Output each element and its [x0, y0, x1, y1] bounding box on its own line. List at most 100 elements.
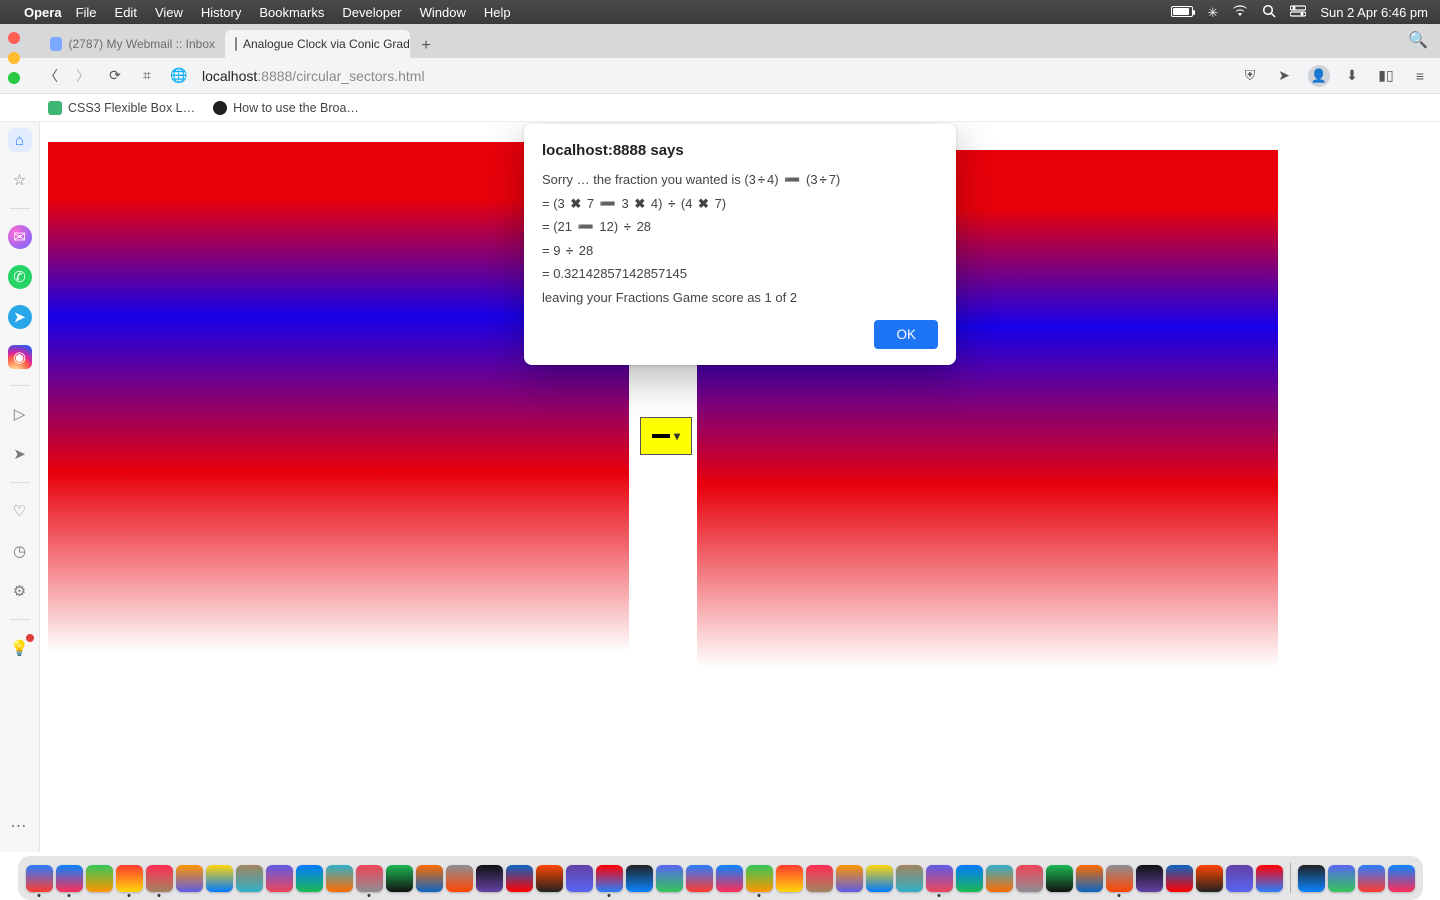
menu-bookmarks[interactable]: Bookmarks [259, 5, 324, 20]
dock-app-icon[interactable] [656, 865, 683, 892]
menu-file[interactable]: File [76, 5, 97, 20]
menu-edit[interactable]: Edit [115, 5, 137, 20]
dock-app-icon[interactable] [326, 865, 353, 892]
menu-history[interactable]: History [201, 5, 241, 20]
sidebar-more-icon[interactable]: ⋯ [11, 816, 29, 836]
new-tab-button[interactable]: + [414, 34, 438, 58]
battery-saver-icon[interactable]: ▮▯ [1376, 67, 1396, 84]
sidebar-heart-icon[interactable]: ♡ [8, 499, 32, 523]
reload-button[interactable]: ⟳ [106, 67, 124, 84]
sidebar-bulb-icon[interactable]: 💡 [8, 636, 32, 660]
dock-app-icon[interactable] [1328, 865, 1355, 892]
menu-window[interactable]: Window [420, 5, 466, 20]
dock-app-icon[interactable] [386, 865, 413, 892]
dock-app-icon[interactable] [566, 865, 593, 892]
dock-app-icon[interactable] [1166, 865, 1193, 892]
dock-app-icon[interactable] [146, 865, 173, 892]
menubar-clock[interactable]: Sun 2 Apr 6:46 pm [1320, 5, 1428, 20]
sidebar-player-icon[interactable]: ▷ [8, 402, 32, 426]
dock-app-icon[interactable] [956, 865, 983, 892]
dock-app-icon[interactable] [926, 865, 953, 892]
dock-app-icon[interactable] [1136, 865, 1163, 892]
dock-app-icon[interactable] [1106, 865, 1133, 892]
sidebar-telegram-icon[interactable]: ➤ [8, 305, 32, 329]
dock-app-icon[interactable] [1016, 865, 1043, 892]
window-close-button[interactable] [8, 32, 20, 44]
sidebar-separator [10, 619, 30, 620]
dock-app-icon[interactable] [986, 865, 1013, 892]
send-icon[interactable]: ➤ [1274, 67, 1294, 84]
alert-line-1: Sorry … the fraction you wanted is (3÷4)… [542, 171, 938, 189]
sidebar-instagram-icon[interactable]: ◉ [8, 345, 32, 369]
dock-app-icon[interactable] [806, 865, 833, 892]
dock-app-icon[interactable] [626, 865, 653, 892]
bookmark-broadcast[interactable]: How to use the Broa… [213, 101, 359, 115]
tabstrip: (2787) My Webmail :: Inbox Analogue Cloc… [0, 24, 1440, 58]
menu-developer[interactable]: Developer [342, 5, 401, 20]
menubar-app-name[interactable]: Opera [24, 5, 62, 20]
dock-app-icon[interactable] [446, 865, 473, 892]
dock-app-icon[interactable] [1076, 865, 1103, 892]
dock-app-icon[interactable] [1226, 865, 1253, 892]
dock-app-icon[interactable] [716, 865, 743, 892]
menu-help[interactable]: Help [484, 5, 511, 20]
tab-webmail[interactable]: (2787) My Webmail :: Inbox [40, 30, 225, 58]
control-center-icon[interactable] [1290, 5, 1306, 19]
sidebar-whatsapp-icon[interactable]: ✆ [8, 265, 32, 289]
bookmark-css-flexbox[interactable]: CSS3 Flexible Box L… [48, 101, 195, 115]
window-minimize-button[interactable] [8, 52, 20, 64]
dock-app-icon[interactable] [1196, 865, 1223, 892]
tab-analogue-clock[interactable]: Analogue Clock via Conic Gradi [225, 30, 410, 58]
menu-view[interactable]: View [155, 5, 183, 20]
shield-icon[interactable]: ⛨ [1240, 67, 1260, 84]
tab-search-icon[interactable]: 🔍 [1408, 30, 1428, 50]
dock-app-icon[interactable] [116, 865, 143, 892]
dock-app-icon[interactable] [476, 865, 503, 892]
dock-app-icon[interactable] [746, 865, 773, 892]
dock-app-icon[interactable] [836, 865, 863, 892]
dock-app-icon[interactable] [356, 865, 383, 892]
profile-avatar[interactable]: 👤 [1308, 65, 1328, 87]
dock-app-icon[interactable] [26, 865, 53, 892]
window-zoom-button[interactable] [8, 72, 20, 84]
sidebar-history-icon[interactable]: ◷ [8, 539, 32, 563]
url-path: :8888/circular_sectors.html [257, 68, 424, 84]
dock-app-icon[interactable] [866, 865, 893, 892]
dock-app-icon[interactable] [86, 865, 113, 892]
wifi-icon[interactable] [1232, 5, 1248, 19]
dock-app-icon[interactable] [536, 865, 563, 892]
sidebar-messenger-icon[interactable]: ✉ [8, 225, 32, 249]
dock-app-icon[interactable] [236, 865, 263, 892]
operator-select[interactable]: ▾ [640, 417, 692, 455]
dock-app-icon[interactable] [296, 865, 323, 892]
dock-app-icon[interactable] [1298, 865, 1325, 892]
dock-app-icon[interactable] [266, 865, 293, 892]
dock-app-icon[interactable] [1388, 865, 1415, 892]
sidebar-home-icon[interactable]: ⌂ [8, 128, 32, 152]
dock-app-icon[interactable] [416, 865, 443, 892]
easy-setup-icon[interactable]: ≡ [1410, 68, 1430, 84]
alert-ok-button[interactable]: OK [874, 320, 938, 349]
speed-dial-icon[interactable]: ⌗ [138, 67, 156, 84]
dock-app-icon[interactable] [506, 865, 533, 892]
dock-app-icon[interactable] [896, 865, 923, 892]
dock-app-icon[interactable] [1256, 865, 1283, 892]
dock-app-icon[interactable] [776, 865, 803, 892]
dock-app-icon[interactable] [1358, 865, 1385, 892]
sidebar-settings-icon[interactable]: ⚙ [8, 579, 32, 603]
dock-app-icon[interactable] [686, 865, 713, 892]
battery-icon[interactable] [1171, 6, 1193, 19]
dock-app-icon[interactable] [176, 865, 203, 892]
sidebar-star-icon[interactable]: ☆ [8, 168, 32, 192]
dock-app-icon[interactable] [596, 865, 623, 892]
spotlight-icon[interactable] [1262, 4, 1276, 20]
bluetooth-icon[interactable]: ✳︎ [1207, 6, 1218, 19]
dock-app-icon[interactable] [206, 865, 233, 892]
dock-app-icon[interactable] [56, 865, 83, 892]
downloads-icon[interactable]: ⬇ [1342, 67, 1362, 84]
url-display[interactable]: localhost:8888/circular_sectors.html [202, 68, 425, 84]
site-info-icon[interactable]: 🌐 [170, 67, 188, 84]
sidebar-flow-icon[interactable]: ➤ [8, 442, 32, 466]
back-button[interactable]: 〈 [42, 66, 60, 86]
dock-app-icon[interactable] [1046, 865, 1073, 892]
